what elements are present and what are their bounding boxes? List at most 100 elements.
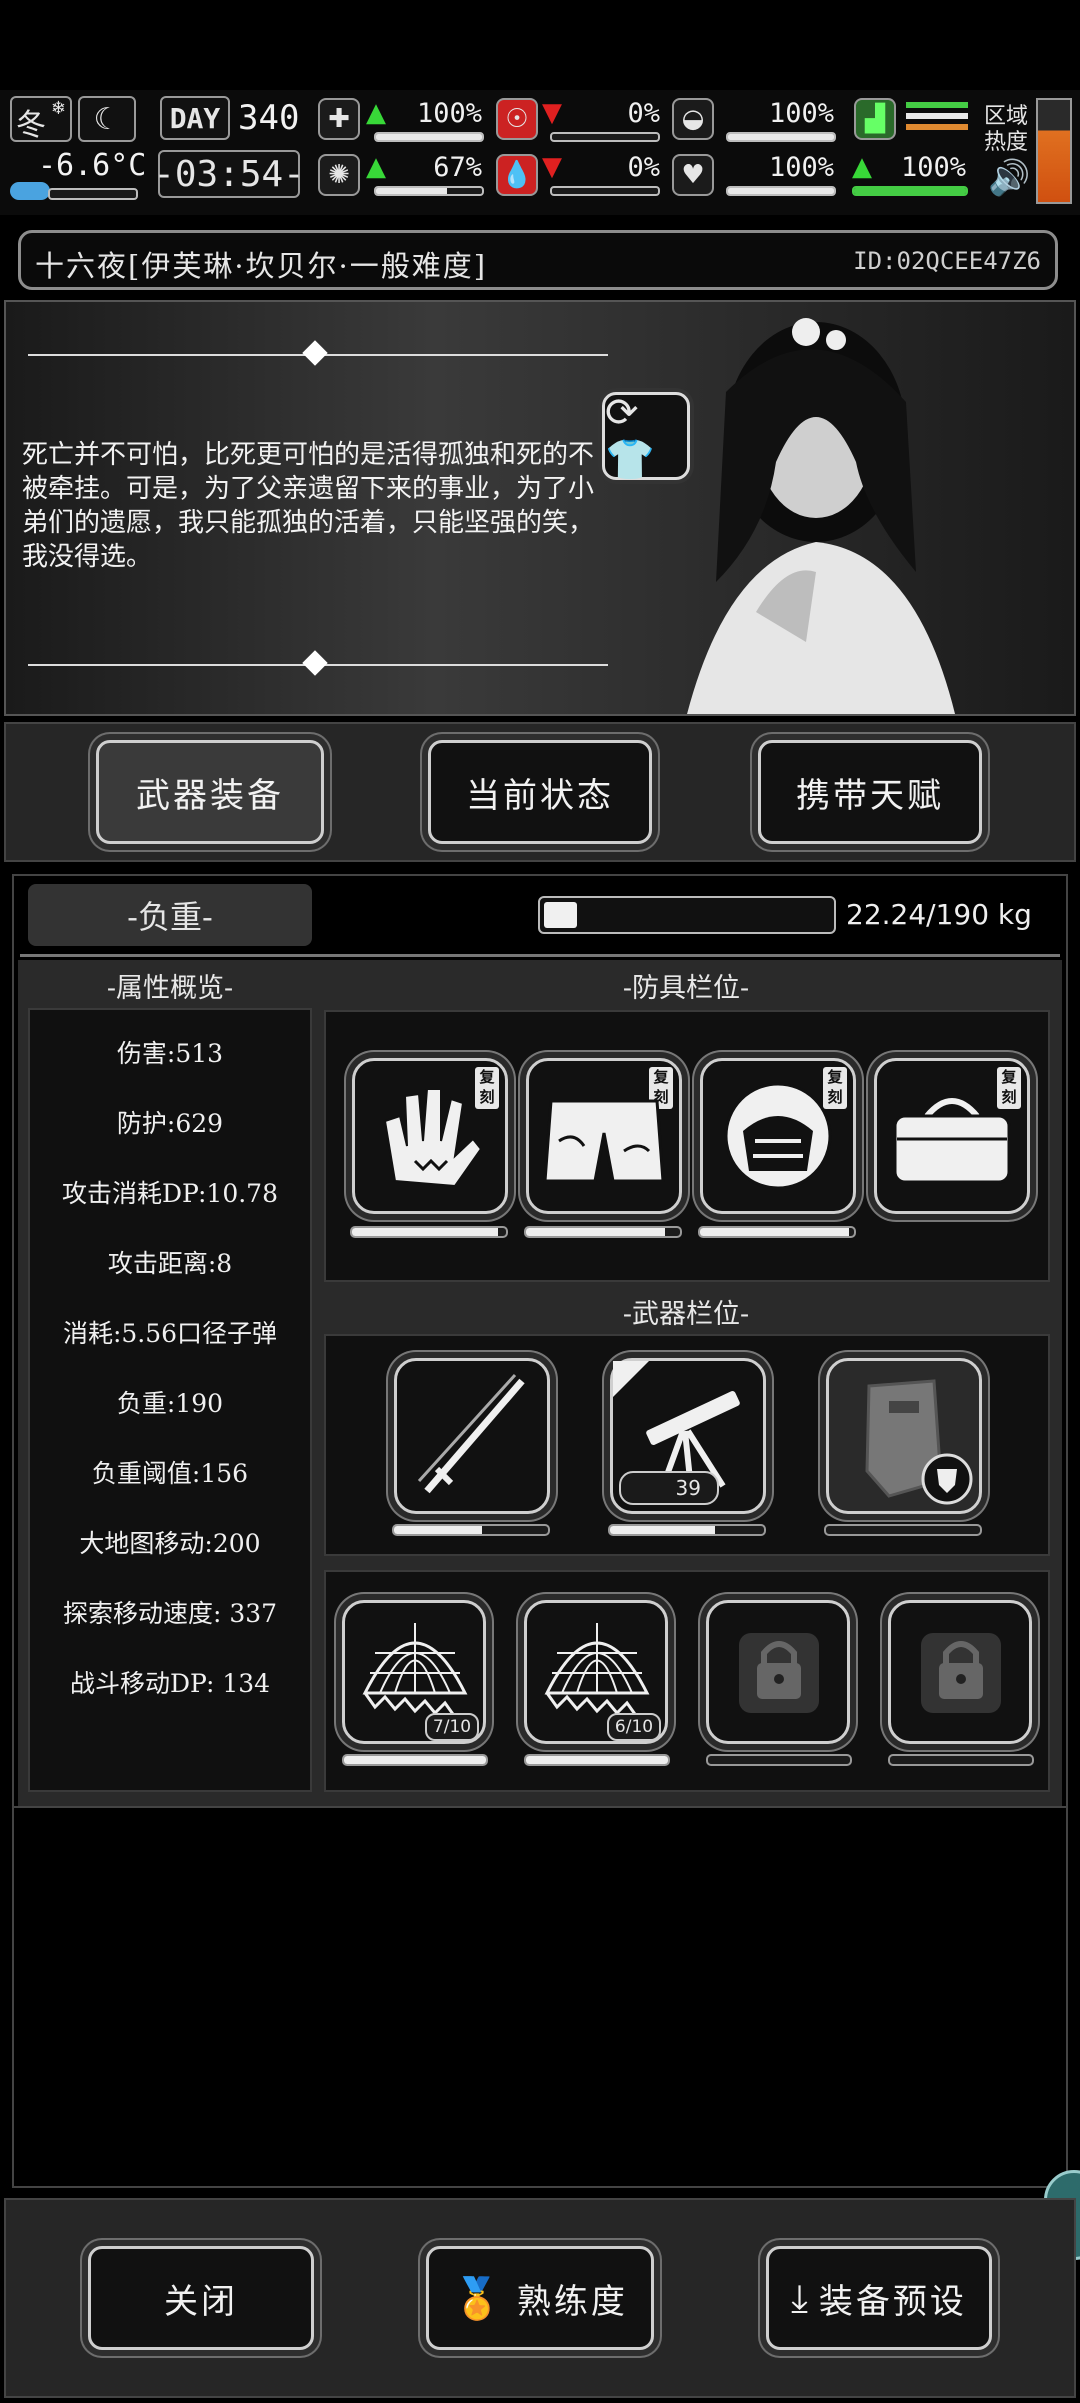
item-count-box: 6/10 xyxy=(607,1713,661,1741)
season-indicator: 冬 ❄ xyxy=(10,96,72,143)
moon-icon: ☾ xyxy=(78,96,136,142)
character-portrait-panel: 死亡并不可怕，比死更可怕的是活得孤独和死的不被牵挂。可是，为了父亲遗留下来的事业… xyxy=(4,300,1076,716)
attributes-panel: 伤害:513 防护:629 攻击消耗DP:10.78 攻击距离:8 消耗:5.5… xyxy=(28,1008,312,1792)
attributes-title: -属性概览- xyxy=(106,973,234,1004)
ammo-count-box: 39 xyxy=(619,1471,719,1505)
proficiency-label: 熟练度 xyxy=(516,2281,628,2322)
medal-podium-icon: 🏅 xyxy=(452,2275,505,2322)
trend-down-icon: ▼ xyxy=(542,98,562,128)
item-slot-locked[interactable] xyxy=(888,1600,1032,1744)
close-label: 关闭 xyxy=(164,2281,238,2322)
snowflake-icon: ❄ xyxy=(50,98,66,119)
weight-label: -负重- xyxy=(127,898,213,936)
sanity-bar xyxy=(374,186,484,196)
game-clock: -03:54- xyxy=(153,150,305,198)
item-slot-net-trap[interactable]: 6/10 xyxy=(524,1600,668,1744)
medkit-icon: ✚ xyxy=(318,98,360,140)
item-slot-net-trap[interactable]: 7/10 xyxy=(342,1600,486,1744)
outfit-swap-icon: ⟳👕 xyxy=(605,389,655,483)
thermometer-icon xyxy=(10,182,50,200)
weight-value: 22.24/190 kg xyxy=(846,898,1032,931)
character-portrait xyxy=(666,312,956,714)
weight-bar xyxy=(538,896,836,934)
health-bar xyxy=(374,132,484,142)
gloves-icon xyxy=(383,1088,483,1188)
attribute-load-threshold: 负重阈值:156 xyxy=(91,1459,249,1488)
season-label: 冬 xyxy=(16,108,46,143)
heart-icon: ♥ xyxy=(672,154,714,196)
close-button[interactable]: 关闭 xyxy=(88,2246,314,2350)
attribute-defense: 防护:629 xyxy=(116,1109,224,1138)
item-count: 6/10 xyxy=(614,1717,654,1737)
weapon-slot-katana[interactable] xyxy=(394,1358,550,1514)
item-bar xyxy=(524,1754,670,1766)
character-quote: 死亡并不可怕，比死更可怕的是活得孤独和死的不被牵挂。可是，为了父亲遗留下来的事业… xyxy=(22,440,595,572)
stomach-icon: ☉ xyxy=(496,98,538,140)
ornament-diamond xyxy=(302,340,328,366)
character-name: 十六夜[伊芙琳·坎贝尔·一般难度] xyxy=(35,249,488,283)
tab-weapons-equipment[interactable]: 武器装备 xyxy=(96,740,324,844)
tab-carried-talents[interactable]: 携带天赋 xyxy=(758,740,982,844)
day-value: 340 xyxy=(238,98,300,138)
speaker-icon[interactable]: 🔊 xyxy=(988,158,1030,198)
hunger-value: 0% xyxy=(627,98,660,129)
trend-up-icon: ▲ xyxy=(852,152,872,182)
speed-stripes xyxy=(906,102,968,138)
tab-current-status[interactable]: 当前状态 xyxy=(428,740,652,844)
ammo-count: 39 xyxy=(675,1476,701,1500)
weight-label-box: -负重- xyxy=(28,884,312,946)
weapons-title: -武器栏位- xyxy=(622,1299,750,1330)
attribute-combat-move-dp: 战斗移动DP: 134 xyxy=(69,1669,271,1698)
empty-content-area xyxy=(12,1808,1068,2188)
attribute-map-move: 大地图移动:200 xyxy=(79,1529,261,1558)
thirst-value: 0% xyxy=(627,152,660,183)
item-slot-locked[interactable] xyxy=(706,1600,850,1744)
armor-durability-bar xyxy=(350,1226,508,1238)
helmet-icon xyxy=(724,1082,832,1190)
item-bar xyxy=(342,1754,488,1766)
weapon-durability-bar xyxy=(824,1524,982,1536)
equipment-preset-button[interactable]: ⤓ 装备预设 xyxy=(766,2246,992,2350)
weapon-slot-mounted-gun[interactable]: 39 xyxy=(610,1358,766,1514)
attribute-attack-dp: 攻击消耗DP:10.78 xyxy=(62,1179,278,1208)
weapon-durability-bar xyxy=(608,1524,766,1536)
attribute-explore-speed: 探索移动速度: 337 xyxy=(62,1599,278,1628)
attribute-attack-range: 攻击距离:8 xyxy=(107,1249,233,1278)
thirst-bar xyxy=(550,186,660,196)
trend-down-icon: ▼ xyxy=(542,152,562,182)
weapon-durability-bar xyxy=(392,1524,550,1536)
armor-title: -防具栏位- xyxy=(622,973,750,1004)
status-hud: 冬 ❄ ☾ -6.6°C DAY 340 -03:54- ✚ ▲ 100% ☉ … xyxy=(0,90,1080,215)
weapon-slot-riot-shield[interactable] xyxy=(826,1358,982,1514)
sanity-value: 67% xyxy=(433,152,482,183)
proficiency-button[interactable]: 🏅 熟练度 xyxy=(426,2246,654,2350)
speed-bar xyxy=(852,186,968,196)
armor-slot-helmet[interactable]: 复刻 xyxy=(700,1058,856,1214)
item-bar xyxy=(888,1754,1034,1766)
attribute-consumption: 消耗:5.56口径子弹 xyxy=(62,1319,278,1348)
mood-bar xyxy=(726,186,836,196)
attribute-damage: 伤害:513 xyxy=(116,1039,224,1068)
weight-bar-fill xyxy=(544,902,578,928)
shorts-icon xyxy=(543,1099,665,1183)
riot-shield-icon xyxy=(865,1379,973,1505)
attribute-load: 负重:190 xyxy=(116,1389,224,1418)
armor-slot-shorts[interactable]: 复刻 xyxy=(526,1058,682,1214)
stamina-icon: ◒ xyxy=(672,98,714,140)
speed-value: 100% xyxy=(900,152,966,183)
armor-slot-bag[interactable]: 复刻 xyxy=(874,1058,1030,1214)
preset-label: 装备预设 xyxy=(818,2281,967,2322)
water-drop-icon: 💧 xyxy=(496,154,538,196)
day-label: DAY xyxy=(160,96,230,140)
region-heat-label: 区域热度 xyxy=(984,104,1029,155)
weight-divider xyxy=(20,954,1060,957)
stamina-bar xyxy=(726,132,836,142)
character-id: ID:02QCEE47Z6 xyxy=(853,247,1041,275)
armor-slot-gloves[interactable]: 复刻 xyxy=(352,1058,508,1214)
mood-value: 100% xyxy=(768,152,834,183)
brain-icon: ✺ xyxy=(318,154,360,196)
health-value: 100% xyxy=(416,98,482,129)
hunger-bar xyxy=(550,132,660,142)
change-outfit-button[interactable]: ⟳👕 xyxy=(602,389,690,483)
download-tray-icon: ⤓ xyxy=(791,2275,811,2320)
